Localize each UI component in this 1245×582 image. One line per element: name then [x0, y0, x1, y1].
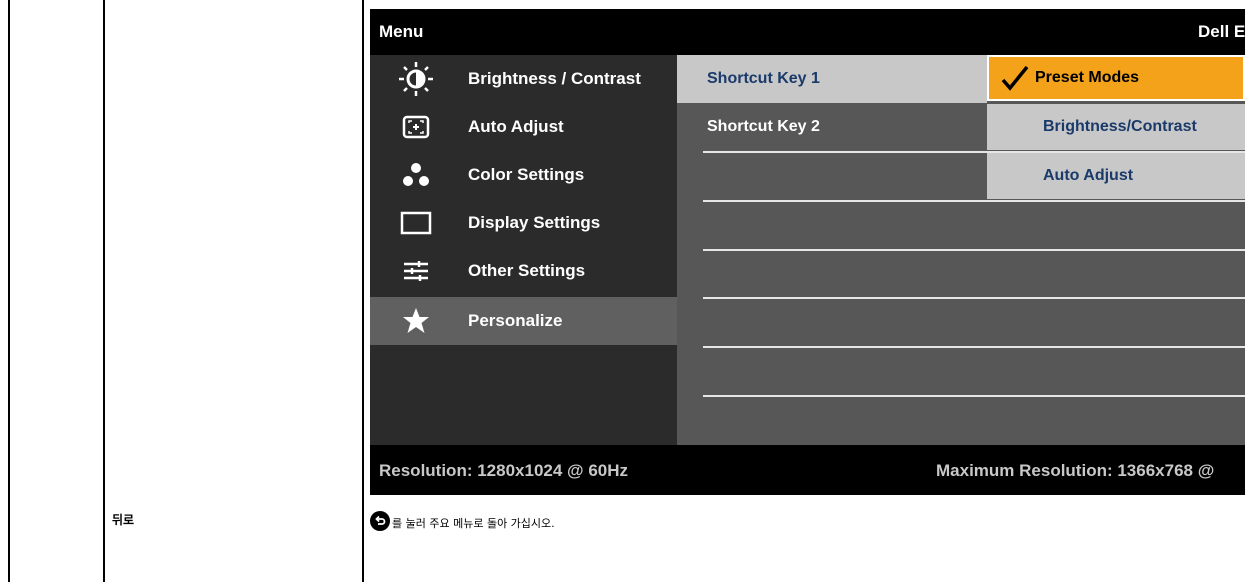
row-divider — [703, 395, 1245, 397]
option-brightness-contrast[interactable]: Brightness/Contrast — [987, 104, 1245, 150]
menu-item-label: Display Settings — [468, 213, 601, 232]
max-resolution-text: Maximum Resolution: 1366x768 @ — [936, 461, 1215, 480]
option-label: Brightness/Contrast — [1043, 118, 1197, 135]
menu-item-color-settings[interactable]: Color Settings — [370, 151, 677, 199]
checkmark-icon — [1001, 65, 1029, 91]
display-settings-icon — [396, 211, 436, 235]
row-label-back: 뒤로 — [112, 513, 135, 527]
osd-title: Menu — [379, 22, 424, 41]
submenu-shortcut-key-2[interactable]: Shortcut Key 2 — [677, 103, 987, 151]
row-divider — [703, 200, 1245, 202]
menu-item-auto-adjust[interactable]: Auto Adjust — [370, 103, 677, 151]
option-preset-modes[interactable]: Preset Modes — [987, 55, 1245, 101]
menu-item-personalize[interactable]: Personalize — [370, 297, 677, 345]
menu-item-brightness-contrast[interactable]: Brightness / Contrast — [370, 55, 677, 103]
submenu-label: Shortcut Key 1 — [707, 70, 820, 87]
row-description: 를 눌러 주요 메뉴로 돌아 가십시오. — [370, 511, 555, 531]
osd-brand: Dell E — [1198, 22, 1245, 41]
option-label: Preset Modes — [1035, 69, 1140, 86]
description-text: 를 눌러 주요 메뉴로 돌아 가십시오. — [392, 517, 555, 530]
menu-item-label: Color Settings — [468, 165, 585, 184]
menu-item-label: Auto Adjust — [468, 117, 564, 136]
menu-item-label: Brightness / Contrast — [468, 69, 641, 88]
table-border-label-column — [103, 0, 105, 582]
row-divider — [703, 249, 1245, 251]
row-divider — [703, 297, 1245, 299]
table-border-left — [8, 0, 10, 582]
option-label: Auto Adjust — [1043, 167, 1134, 184]
row-divider — [703, 346, 1245, 348]
submenu-shortcut-key-1[interactable]: Shortcut Key 1 — [677, 55, 987, 103]
table-border-content-column — [362, 0, 364, 582]
other-settings-icon — [396, 259, 436, 283]
brightness-icon — [396, 61, 436, 97]
menu-item-other-settings[interactable]: Other Settings — [370, 247, 677, 295]
osd-menu-screenshot: Menu Dell E Brightness / Contrast Auto A… — [370, 9, 1245, 495]
menu-item-label: Other Settings — [468, 261, 586, 280]
osd-header: Menu Dell E — [370, 9, 1245, 55]
menu-item-label: Personalize — [468, 311, 563, 330]
back-icon — [370, 511, 390, 531]
menu-item-display-settings[interactable]: Display Settings — [370, 199, 677, 247]
option-auto-adjust[interactable]: Auto Adjust — [987, 153, 1245, 199]
star-icon — [396, 306, 436, 336]
submenu-label: Shortcut Key 2 — [707, 118, 820, 135]
resolution-text: Resolution: 1280x1024 @ 60Hz — [379, 461, 629, 480]
auto-adjust-icon — [396, 115, 436, 139]
color-settings-icon — [396, 161, 436, 189]
osd-footer: Resolution: 1280x1024 @ 60Hz Maximum Res… — [370, 445, 1245, 495]
